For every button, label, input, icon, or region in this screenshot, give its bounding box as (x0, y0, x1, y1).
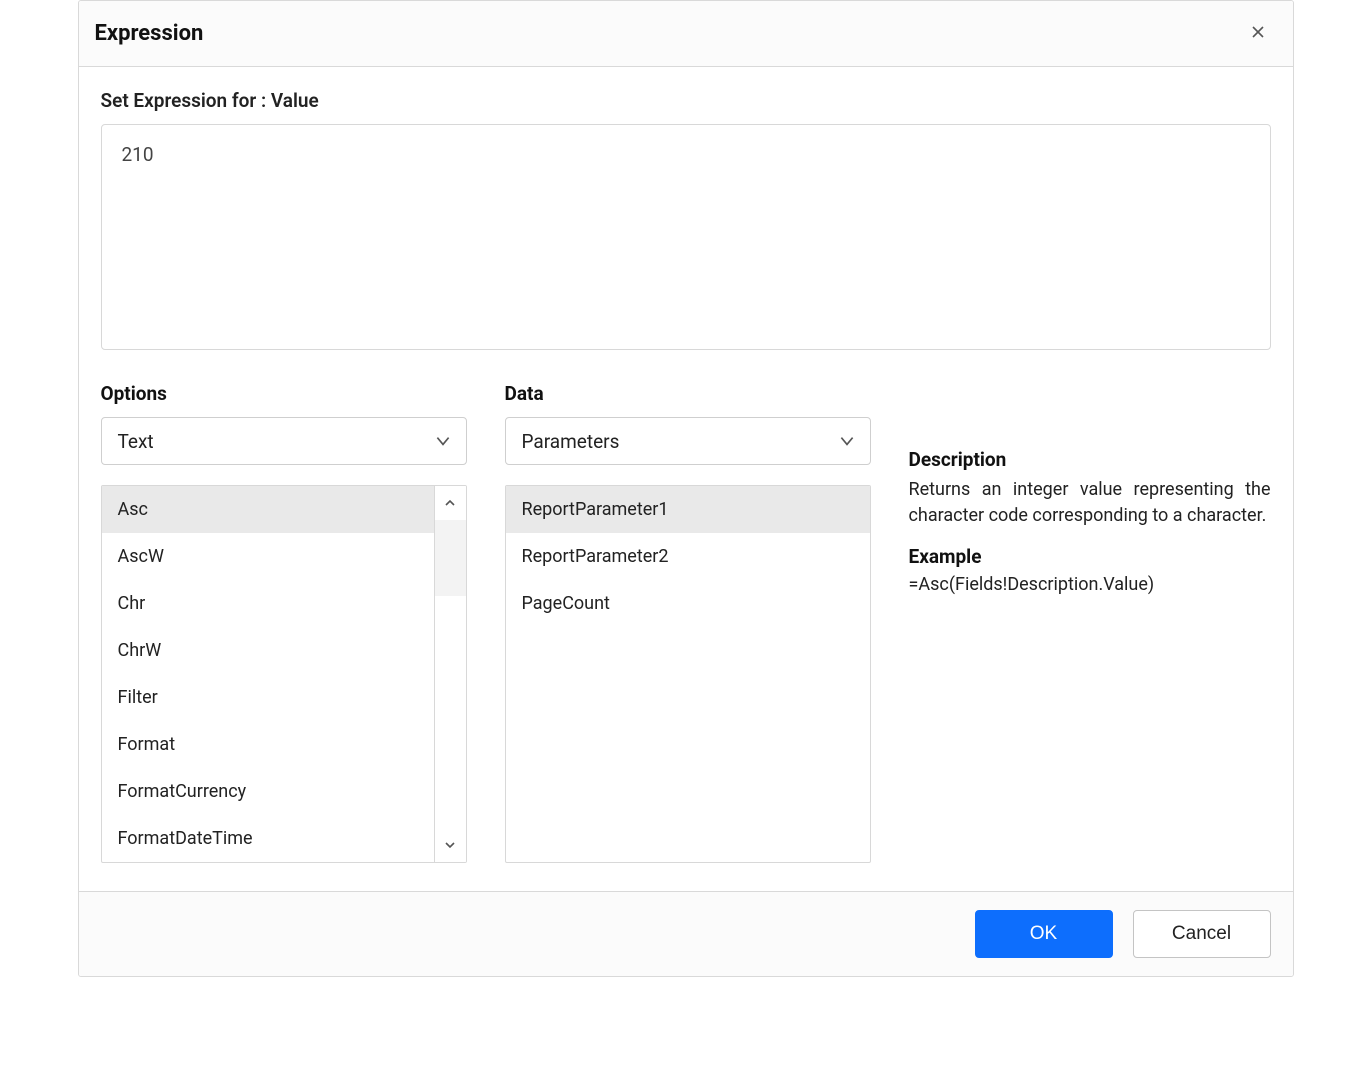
description-column: Description Returns an integer value rep… (909, 382, 1271, 863)
example-heading: Example (909, 545, 1271, 568)
ok-button[interactable]: OK (975, 910, 1113, 958)
dialog-title: Expression (95, 21, 204, 46)
data-item-reportparameter2[interactable]: ReportParameter2 (506, 533, 870, 580)
options-column: Options Text Asc AscW Chr ChrW Filter Fo… (101, 382, 467, 863)
dialog-body: Set Expression for : Value Options Text … (79, 67, 1293, 891)
chevron-up-icon (444, 494, 456, 513)
cancel-button[interactable]: Cancel (1133, 910, 1271, 958)
close-button[interactable] (1245, 19, 1271, 48)
options-dropdown-value: Text (118, 430, 154, 453)
close-icon (1250, 24, 1266, 43)
data-dropdown[interactable]: Parameters (505, 417, 871, 465)
scroll-down-button[interactable] (435, 828, 466, 862)
expression-textarea[interactable] (101, 124, 1271, 350)
options-item-chr[interactable]: Chr (102, 580, 434, 627)
description-text: Returns an integer value representing th… (909, 477, 1271, 529)
columns: Options Text Asc AscW Chr ChrW Filter Fo… (101, 382, 1271, 863)
data-column: Data Parameters ReportParameter1 ReportP… (505, 382, 871, 863)
scroll-thumb[interactable] (435, 520, 466, 596)
chevron-down-icon (444, 836, 456, 855)
data-heading: Data (505, 382, 871, 405)
data-listbox: ReportParameter1 ReportParameter2 PageCo… (505, 485, 871, 863)
example-text: =Asc(Fields!Description.Value) (909, 574, 1271, 595)
data-items: ReportParameter1 ReportParameter2 PageCo… (506, 486, 870, 862)
data-item-reportparameter1[interactable]: ReportParameter1 (506, 486, 870, 533)
options-item-chrw[interactable]: ChrW (102, 627, 434, 674)
options-listbox: Asc AscW Chr ChrW Filter Format FormatCu… (101, 485, 467, 863)
options-items: Asc AscW Chr ChrW Filter Format FormatCu… (102, 486, 434, 862)
scroll-up-button[interactable] (435, 486, 466, 520)
options-item-format[interactable]: Format (102, 721, 434, 768)
scroll-track[interactable] (435, 596, 466, 828)
options-heading: Options (101, 382, 467, 405)
options-scrollbar[interactable] (434, 486, 466, 862)
options-item-asc[interactable]: Asc (102, 486, 434, 533)
set-expression-label: Set Expression for : Value (101, 89, 1271, 112)
chevron-down-icon (838, 432, 856, 450)
options-dropdown[interactable]: Text (101, 417, 467, 465)
options-item-formatdatetime[interactable]: FormatDateTime (102, 815, 434, 862)
options-item-ascw[interactable]: AscW (102, 533, 434, 580)
options-item-filter[interactable]: Filter (102, 674, 434, 721)
description-heading: Description (909, 448, 1271, 471)
options-item-formatcurrency[interactable]: FormatCurrency (102, 768, 434, 815)
data-item-pagecount[interactable]: PageCount (506, 580, 870, 627)
dialog-footer: OK Cancel (79, 891, 1293, 976)
data-dropdown-value: Parameters (522, 430, 620, 453)
description-block: Description Returns an integer value rep… (909, 448, 1271, 595)
dialog-header: Expression (79, 1, 1293, 67)
expression-dialog: Expression Set Expression for : Value Op… (78, 0, 1294, 977)
chevron-down-icon (434, 432, 452, 450)
